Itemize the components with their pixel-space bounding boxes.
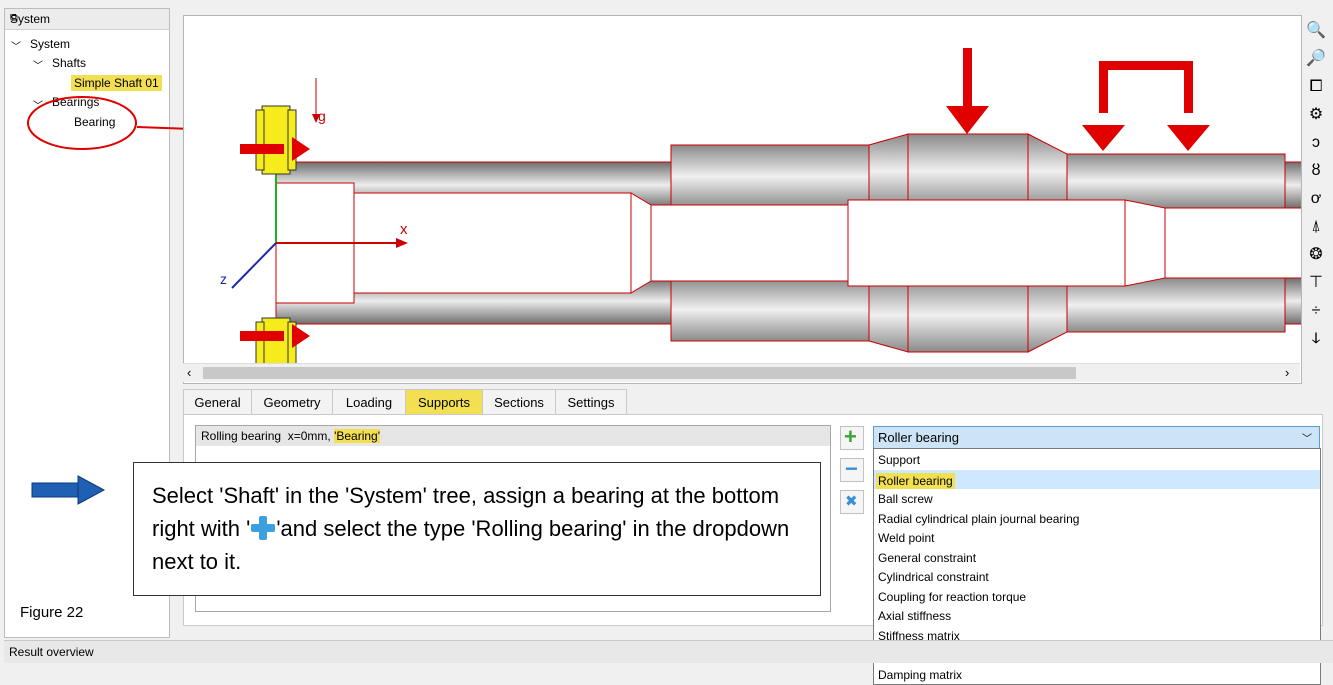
tab-geometry[interactable]: Geometry bbox=[251, 389, 333, 414]
scroll-left-icon[interactable]: ‹ bbox=[187, 365, 191, 380]
remove-support-button[interactable]: − bbox=[840, 456, 864, 482]
shaft-bore bbox=[1164, 207, 1301, 279]
result-overview-bar[interactable]: Result overview bbox=[4, 640, 1333, 663]
shaft-segment bbox=[907, 277, 1029, 353]
plus-icon bbox=[250, 515, 276, 541]
chevron-down-icon[interactable]: ﹀ bbox=[11, 38, 21, 53]
shaft-segment bbox=[670, 144, 870, 209]
shaft-drawing bbox=[231, 48, 1301, 366]
tab-general[interactable]: General bbox=[183, 389, 252, 414]
shaft-chamfer bbox=[1027, 277, 1068, 353]
tree-item-simple-shaft[interactable]: Simple Shaft 01 bbox=[71, 75, 162, 91]
minus-icon: − bbox=[845, 456, 858, 481]
list-item-name: 'Bearing' bbox=[334, 429, 381, 443]
support-type-value: Roller bearing bbox=[878, 430, 959, 445]
shaft-viewport[interactable]: x z g bbox=[183, 15, 1302, 384]
chevron-down-icon[interactable]: ﹀ bbox=[33, 57, 43, 72]
roller-icon[interactable]: ❂ bbox=[1303, 242, 1329, 268]
reaction-icon[interactable]: ↆ bbox=[1303, 326, 1329, 352]
tree-item-shafts[interactable]: Shafts bbox=[52, 56, 86, 70]
load-arrow bbox=[946, 48, 989, 134]
result-overview-label: Result overview bbox=[9, 645, 94, 659]
tree-item-system[interactable]: System bbox=[30, 37, 70, 51]
view-toolbar: 🔍 🔎 ⧠ ⚙ ↄ ȣ ơ ⍋ ❂ ⊤ ÷ ↆ bbox=[1303, 18, 1329, 358]
list-item[interactable]: Rolling bearing x=0mm, 'Bearing' bbox=[196, 426, 830, 446]
dropdown-option-label: Damping matrix bbox=[878, 667, 963, 682]
list-item-prefix: Rolling bearing x=0mm, bbox=[201, 429, 335, 443]
scrollbar-thumb[interactable] bbox=[203, 367, 1076, 379]
shaft-chamfer bbox=[868, 277, 909, 353]
tab-loading[interactable]: Loading bbox=[332, 389, 406, 414]
dropdown-option-label: Roller bearing bbox=[876, 472, 955, 489]
viewport-hscrollbar[interactable]: ‹ › bbox=[183, 363, 1300, 382]
add-support-button[interactable]: + bbox=[840, 424, 864, 450]
list-item-text: Rolling bearing x=0mm, 'Bearing' bbox=[201, 429, 381, 443]
dropdown-option[interactable]: Ball screw bbox=[874, 489, 1320, 508]
zoom-in-icon[interactable]: 🔍 bbox=[1303, 18, 1329, 44]
chevron-down-icon: ﹀ bbox=[1302, 434, 1312, 445]
axis-g-label: g bbox=[318, 108, 326, 124]
shaft-chamfer bbox=[868, 133, 909, 209]
dropdown-option[interactable]: Axial stiffness bbox=[874, 606, 1320, 625]
load-arrow-pair bbox=[1082, 61, 1210, 151]
bearing-top bbox=[255, 105, 297, 175]
zoom-fit-icon[interactable]: ⧠ bbox=[1303, 74, 1329, 100]
zoom-out-icon[interactable]: 🔎 bbox=[1303, 46, 1329, 72]
point-load-icon[interactable]: ơ bbox=[1303, 186, 1329, 212]
bearing-bottom bbox=[255, 317, 297, 366]
shaft-segment bbox=[1284, 161, 1301, 209]
shaft-bore-chamfer bbox=[630, 192, 652, 294]
gear-icon[interactable]: ⚙ bbox=[1303, 102, 1329, 128]
tab-settings[interactable]: Settings bbox=[555, 389, 627, 414]
dropdown-option-label: Support bbox=[878, 453, 921, 467]
axis-x-label: x bbox=[400, 221, 408, 238]
dropdown-option[interactable]: Weld point bbox=[874, 528, 1320, 547]
shaft-bore-chamfer bbox=[1124, 199, 1166, 287]
dropdown-option-label: Coupling for reaction torque bbox=[878, 589, 1027, 604]
dropdown-option[interactable]: Roller bearing bbox=[874, 469, 1320, 489]
callout-arrow bbox=[31, 475, 106, 505]
support-type-select[interactable]: Roller bearing ﹀ bbox=[873, 426, 1320, 449]
dropdown-option[interactable]: Support bbox=[874, 450, 1320, 469]
dropdown-option[interactable]: Cylindrical constraint bbox=[874, 567, 1320, 586]
tab-supports[interactable]: Supports bbox=[405, 389, 483, 414]
shaft-segment bbox=[1284, 277, 1301, 325]
tab-sections[interactable]: Sections bbox=[482, 389, 556, 414]
dropdown-option-label: Axial stiffness bbox=[878, 609, 952, 623]
dropdown-option-label: Cylindrical constraint bbox=[878, 570, 989, 584]
dropdown-option-label: Radial cylindrical plain journal bearing bbox=[878, 511, 1080, 526]
shaft-bore bbox=[847, 199, 1126, 287]
dock-icon[interactable]: ⧉ bbox=[10, 12, 163, 25]
delete-support-button[interactable]: ✖ bbox=[840, 490, 864, 514]
red-ellipse-annotation bbox=[27, 96, 137, 150]
dropdown-option[interactable]: Damping matrix bbox=[874, 665, 1320, 684]
dropdown-option[interactable]: General constraint bbox=[874, 548, 1320, 567]
axis-z-line bbox=[231, 242, 277, 289]
instruction-callout: Select 'Shaft' in the 'System' tree, ass… bbox=[133, 462, 821, 596]
plus-icon: + bbox=[844, 424, 857, 449]
bearing-icon[interactable]: ȣ bbox=[1303, 158, 1329, 184]
figure-label: Figure 22 bbox=[20, 604, 84, 621]
support-icon[interactable]: ⍋ bbox=[1303, 214, 1329, 240]
dropdown-option-label: Ball screw bbox=[878, 492, 933, 506]
scroll-right-icon[interactable]: › bbox=[1285, 365, 1289, 380]
instruction-text: Select 'Shaft' in the 'System' tree, ass… bbox=[152, 479, 812, 578]
shaft-bore bbox=[650, 204, 849, 282]
shaft-chamfer bbox=[1027, 133, 1068, 209]
shaft-segment bbox=[907, 133, 1029, 209]
spring-icon[interactable]: ↄ bbox=[1303, 130, 1329, 156]
delete-icon: ✖ bbox=[845, 493, 858, 510]
dropdown-option[interactable]: Coupling for reaction torque bbox=[874, 587, 1320, 606]
shaft-segment bbox=[670, 277, 870, 342]
beam-icon[interactable]: ⊤ bbox=[1303, 270, 1329, 296]
dropdown-option[interactable]: Radial cylindrical plain journal bearing bbox=[874, 509, 1320, 528]
section-icon[interactable]: ÷ bbox=[1303, 298, 1329, 324]
dropdown-option-label: Weld point bbox=[878, 531, 935, 545]
dropdown-option-label: General constraint bbox=[878, 550, 977, 565]
system-panel-header: System ⧉ bbox=[5, 9, 169, 30]
axis-z-label: z bbox=[220, 271, 227, 287]
